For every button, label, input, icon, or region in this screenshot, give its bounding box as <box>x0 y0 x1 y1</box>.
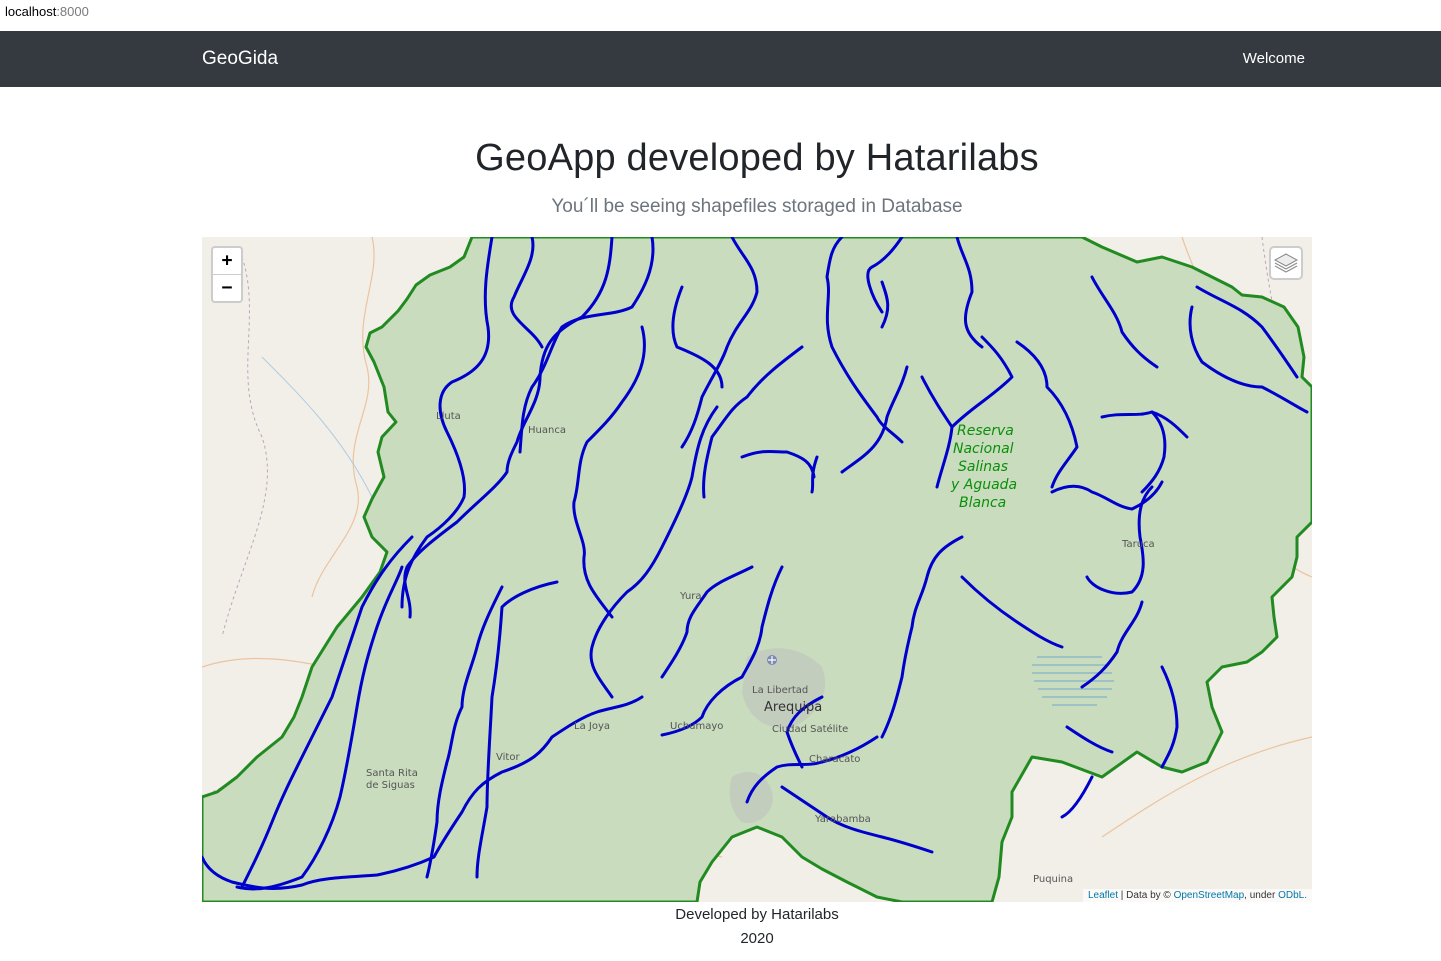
footer-year: 2020 <box>740 930 774 947</box>
address-bar[interactable]: localhost:8000 <box>0 0 1441 30</box>
place-huanca: Huanca <box>528 425 566 436</box>
place-uchumayo: Uchumayo <box>670 721 723 732</box>
place-vitor: Vitor <box>496 752 520 763</box>
address-port: :8000 <box>56 4 89 19</box>
odbl-link[interactable]: ODbL. <box>1278 890 1307 901</box>
navbar: GeoGida Welcome <box>0 31 1441 87</box>
place-ciudad-satelite: Ciudad Satélite <box>772 723 848 735</box>
osm-link[interactable]: OpenStreetMap <box>1174 890 1245 901</box>
place-santa-rita: Santa Rita <box>366 768 418 779</box>
address-host: localhost <box>5 4 57 19</box>
reserve-label-1: Reserva <box>957 423 1014 439</box>
page-title: GeoApp developed by Hatarilabs <box>475 137 1039 179</box>
zoom-control: + − <box>211 246 243 303</box>
place-arequipa: Arequipa <box>764 700 822 715</box>
layers-control-button[interactable] <box>1269 246 1303 280</box>
page-subtitle: You´ll be seeing shapefiles storaged in … <box>551 196 963 217</box>
place-characato: Characato <box>809 754 860 765</box>
zoom-out-button[interactable]: − <box>213 274 241 301</box>
zoom-in-button[interactable]: + <box>213 248 241 274</box>
place-yura: Yura <box>679 591 702 602</box>
place-yarabamba: Yarabamba <box>814 814 871 825</box>
reserve-label-2: Nacional <box>953 441 1014 457</box>
layers-icon <box>1273 253 1299 273</box>
airport-icon <box>767 655 777 665</box>
nav-link-welcome[interactable]: Welcome <box>1243 50 1305 67</box>
reserve-label-5: Blanca <box>959 495 1006 511</box>
map-attribution: Leaflet | Data by © OpenStreetMap, under… <box>1082 889 1312 902</box>
footer-credit: Developed by Hatarilabs <box>675 906 839 923</box>
place-la-joya: La Joya <box>574 721 610 732</box>
place-taruca: Taruca <box>1121 539 1155 550</box>
map-container[interactable]: Lluta Huanca Taruca Yura La Libertad Are… <box>202 237 1312 902</box>
attribution-under: , under <box>1244 890 1279 901</box>
place-la-libertad: La Libertad <box>752 685 808 696</box>
place-lluta: Lluta <box>436 411 461 422</box>
address-url[interactable]: localhost:8000 <box>5 4 89 19</box>
navbar-brand[interactable]: GeoGida <box>202 48 278 70</box>
attribution-sep: | Data by © <box>1118 890 1174 901</box>
reserve-label-4: y Aguada <box>950 477 1017 493</box>
leaflet-link[interactable]: Leaflet <box>1088 890 1118 901</box>
place-puquina: Puquina <box>1033 874 1073 885</box>
place-santa-rita-2: de Siguas <box>366 780 415 791</box>
map-canvas[interactable]: Lluta Huanca Taruca Yura La Libertad Are… <box>202 237 1312 902</box>
reserve-label-3: Salinas <box>958 459 1008 475</box>
